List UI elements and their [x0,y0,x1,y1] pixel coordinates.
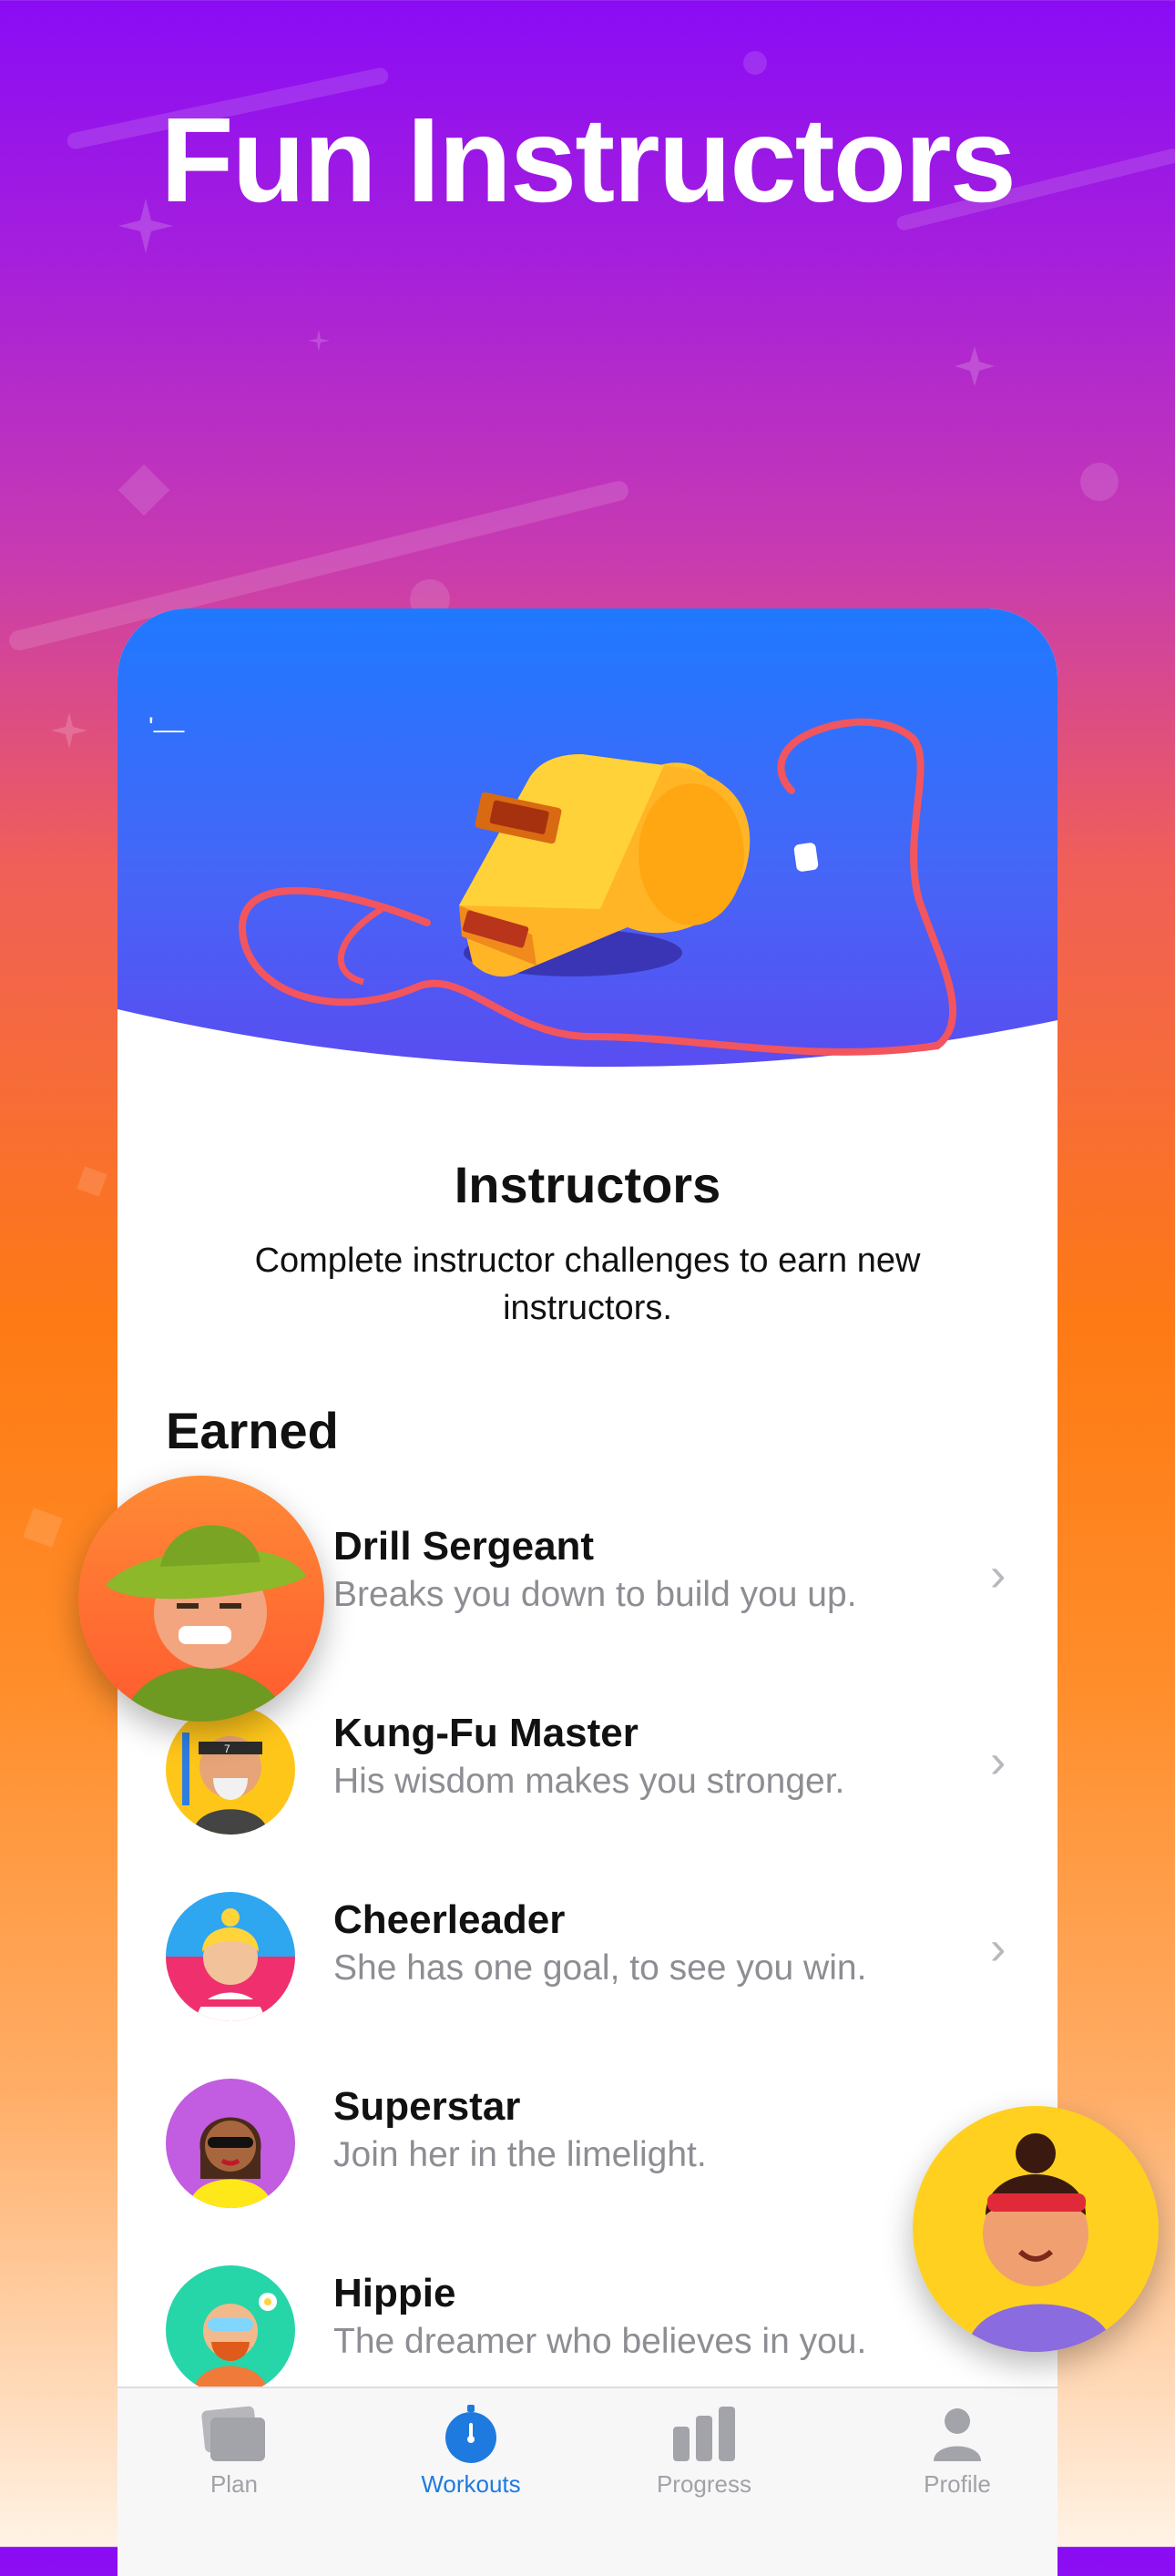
person-icon [934,2408,981,2461]
hero-banner: ' ̶ ̶ ̶ [118,608,1058,1082]
headline: Fun Instructors [159,93,1017,227]
tab-label: Workouts [421,2470,521,2498]
instructor-description: His wisdom makes you stronger. [333,1762,845,1801]
svg-text:7: 7 [224,1743,230,1755]
svg-text:' ̶ ̶ ̶: ' ̶ ̶ ̶ [148,712,185,742]
kung-fu-master-avatar: 7 [166,1705,295,1835]
background-dot [1080,463,1119,501]
instructor-description: She has one goal, to see you win. [333,1948,867,1988]
yoga-instructor-avatar [913,2106,1159,2352]
instructor-name: Kung-Fu Master [333,1711,639,1755]
screen-subtitle: Complete instructor challenges to earn n… [254,1242,921,1327]
instructor-name: Cheerleader [333,1897,566,1942]
tab-workouts[interactable]: Workouts [380,2405,562,2499]
background-dot [743,51,767,75]
superstar-avatar [166,2079,295,2208]
plan-icon [201,2406,265,2461]
sparkle-icon [51,712,87,749]
chevron-right-icon: › [990,1922,1006,1975]
bar-chart-icon [673,2407,735,2461]
chevron-right-icon: › [990,1735,1006,1788]
sparkle-icon [955,346,995,386]
drill-sergeant-avatar [78,1476,324,1722]
tab-label: Progress [656,2470,752,2498]
instructor-name: Superstar [333,2084,521,2129]
tab-progress[interactable]: Progress [613,2405,795,2499]
tab-label: Plan [209,2470,259,2498]
whistle-illustration: ' ̶ ̶ ̶ [118,712,1058,1082]
instructor-row-kung-fu-master[interactable]: 7 Kung-Fu Master His wisdom makes you st… [118,1705,1058,1866]
background-diamond [23,1508,63,1548]
tab-bar: Plan Workouts Progress Profile [118,2387,1058,2576]
section-earned-label: Earned [166,1402,339,1459]
background-diamond [77,1166,107,1197]
tab-label: Profile [924,2470,991,2498]
instructor-name: Drill Sergeant [333,1524,595,1569]
tab-profile[interactable]: Profile [866,2405,1048,2499]
sparkle-icon [308,330,330,352]
background-diamond [118,464,170,516]
instructor-description: Join her in the limelight. [333,2135,707,2174]
chevron-right-icon: › [990,1549,1006,1601]
instructor-row-cheerleader[interactable]: Cheerleader She has one goal, to see you… [118,1892,1058,2052]
stopwatch-icon [445,2405,496,2463]
hippie-avatar [166,2265,295,2395]
instructor-description: The dreamer who believes in you. [333,2322,867,2361]
tab-plan[interactable]: Plan [143,2405,325,2499]
cheerleader-avatar [166,1892,295,2021]
screen-title: Instructors [454,1156,721,1213]
instructor-description: Breaks you down to build you up. [333,1575,857,1614]
instructor-name: Hippie [333,2271,456,2315]
